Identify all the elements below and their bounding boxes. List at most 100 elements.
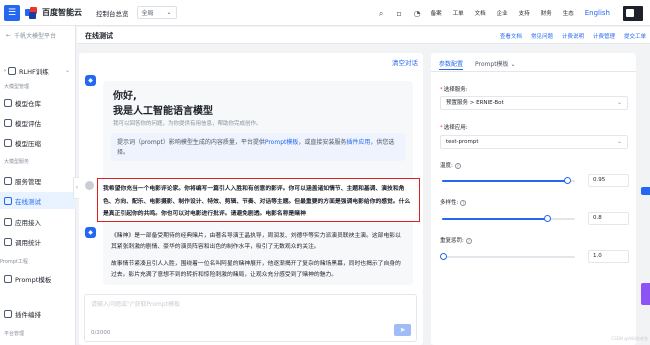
tip-text: 提示词（prompt）影响模型生成的内容质量，平台提供 (117, 139, 265, 146)
help-icon[interactable]: ? (454, 162, 461, 169)
sidebar: ← 千帆大模型平台 › RLHF训练 ⌄ 大模型管理 模型仓库 模型评估 模型压… (0, 26, 76, 345)
billing-info-link[interactable]: 计费说明 (562, 32, 584, 40)
slider-handle[interactable] (564, 177, 571, 184)
user-avatar-icon (85, 181, 94, 190)
sidebar-item-label: 调用统计 (15, 238, 41, 247)
user-avatar[interactable] (623, 5, 643, 21)
language-switch[interactable]: English (585, 9, 610, 17)
sidebar-item-model-repo[interactable]: 模型仓库 (0, 94, 76, 111)
region-select[interactable]: 全局 ⌄ (136, 6, 177, 19)
sidebar-item-label: 插件编排 (15, 310, 41, 319)
diversity-input[interactable]: 0.8 (588, 212, 629, 225)
nav-filing[interactable]: 备案 (431, 9, 442, 17)
template-icon (4, 274, 12, 283)
sidebar-group-prompt: Prompt工程 (0, 259, 28, 265)
app-icon (4, 217, 12, 226)
sidebar-item-online-test[interactable]: 在线测试 (0, 192, 76, 209)
sidebar-item-model-eval[interactable]: 模型评估 (0, 114, 76, 131)
search-icon[interactable]: ⌕ (377, 9, 386, 18)
compress-icon (4, 138, 12, 147)
test-icon (4, 196, 12, 205)
chevron-down-icon: ⌄ (64, 67, 70, 74)
sidebar-item-label: 模型压缩 (15, 139, 41, 148)
back-arrow-icon: ← (6, 32, 12, 39)
prompt-tip: 提示词（prompt）影响模型生成的内容质量，平台提供Prompt模板，或直接安… (111, 133, 405, 161)
diversity-slider[interactable] (442, 215, 575, 222)
cart-icon[interactable]: ▫ (395, 9, 404, 18)
brand-logo[interactable]: 百度智能云 (25, 6, 82, 19)
repetition-penalty-input[interactable]: 1.0 (588, 250, 629, 263)
nav-ticket[interactable]: 工单 (453, 9, 464, 17)
page-header: 在线测试 查看文档 常见问题 计费说明 计费管理 提交工单 (77, 27, 650, 44)
top-navigation-bar: ☰ 百度智能云 控制台总览 全局 ⌄ ⌕ ▫ ◔ 备案 工单 文档 企业 支持 … (0, 0, 650, 26)
sidebar-item-app-access[interactable]: 应用接入 (0, 213, 76, 230)
faq-link[interactable]: 常见问题 (531, 32, 553, 40)
sidebar-item-call-stats[interactable]: 调用统计 (0, 233, 76, 250)
nav-ecosystem[interactable]: 生态 (563, 9, 574, 17)
slider-fill (442, 218, 548, 220)
temperature-label: 温度:? (440, 161, 461, 169)
sidebar-item-label: 模型评估 (15, 119, 41, 128)
clear-conversation-button[interactable]: 清空对话 (392, 57, 418, 67)
nav-docs[interactable]: 文档 (475, 9, 486, 17)
plugin-app-link[interactable]: 插件应用 (346, 139, 370, 146)
temperature-slider[interactable] (442, 177, 575, 184)
watermark: CSDN @AI码农老张 (611, 336, 648, 341)
send-button[interactable]: ➤ (394, 324, 411, 336)
sidebar-back[interactable]: ← 千帆大模型平台 (0, 26, 75, 40)
console-overview-link[interactable]: 控制台总览 (96, 8, 129, 18)
service-label: *选择服务: (440, 87, 468, 93)
prompt-template-link[interactable]: Prompt模板 (265, 139, 299, 146)
training-icon (8, 66, 16, 75)
slider-handle[interactable] (544, 215, 551, 222)
sidebar-item-label: 模型仓库 (15, 99, 41, 108)
billing-mgmt-link[interactable]: 计费管理 (593, 32, 615, 40)
view-docs-link[interactable]: 查看文档 (500, 32, 522, 40)
sidebar-group-model-mgmt: 大模型管理 (4, 84, 30, 90)
chevron-down-icon: ⌄ (510, 61, 516, 68)
label-text: 选择服务: (443, 87, 468, 93)
bell-icon[interactable]: ◔ (413, 9, 422, 18)
bot-reply: 《赌神》是一部备受期待的经典赌片，由著名导演王晶执导，周润发、刘德华等实力派演员… (103, 225, 413, 285)
sidebar-item-model-compress[interactable]: 模型压缩 (0, 134, 76, 151)
sidebar-item-rlhf[interactable]: › RLHF训练 ⌄ (0, 62, 76, 79)
service-icon (4, 176, 12, 185)
sidebar-item-plugin[interactable]: 插件编排 (0, 305, 76, 322)
sidebar-item-label: 在线测试 (15, 197, 41, 206)
help-icon[interactable]: ? (465, 237, 472, 244)
chat-panel: 清空对话 ◆ 你好, 我是人工智能语言模型 我可以回答你的问题，为你提供有用信息… (79, 53, 423, 345)
menu-icon[interactable]: ☰ (4, 4, 20, 21)
repository-icon (4, 98, 12, 107)
repetition-penalty-slider[interactable] (440, 253, 575, 260)
app-select[interactable]: test-prompt ⌄ (440, 135, 628, 149)
service-select[interactable]: 预置服务 > ERNIE-Bot ⌄ (440, 96, 628, 110)
tab-divider (431, 71, 636, 72)
floating-feedback-button[interactable] (641, 187, 650, 195)
tab-params[interactable]: 参数配置 (439, 59, 464, 70)
region-value: 全局 (141, 10, 154, 17)
slider-handle[interactable] (440, 253, 447, 260)
label-text: 选择应用: (443, 125, 468, 131)
welcome-subtitle: 我可以回答你的问题，为你提供有用信息，帮助你完成创作。 (113, 121, 262, 127)
tab-prompt-template[interactable]: Prompt模板 ⌄ (475, 59, 515, 70)
reply-paragraph: 故事情节紧凑且引人入胜，围绕着一位名叫阿星的赌神展开，他逐渐揭开了复杂的赌场黑幕… (111, 261, 401, 278)
nav-enterprise[interactable]: 企业 (497, 9, 508, 17)
app-label: *选择应用: (440, 125, 468, 131)
app-value: test-prompt (446, 139, 479, 145)
sidebar-item-label: 应用接入 (15, 218, 41, 227)
floating-assistant-button[interactable] (641, 283, 650, 305)
evaluation-icon (4, 118, 12, 127)
nav-support[interactable]: 支持 (519, 9, 530, 17)
chevron-down-icon: ⌄ (166, 9, 172, 16)
sidebar-item-label: RLHF训练 (19, 67, 49, 76)
nav-finance[interactable]: 财务 (541, 9, 552, 17)
sidebar-item-prompt-template[interactable]: Prompt模板 (0, 270, 76, 287)
submit-ticket-link[interactable]: 提交工单 (624, 32, 646, 40)
sidebar-item-service-mgmt[interactable]: 服务管理 (0, 172, 76, 189)
tab-label: Prompt模板 (475, 61, 509, 68)
slider-fill (442, 180, 568, 182)
welcome-title: 我是人工智能语言模型 (113, 106, 213, 117)
help-icon[interactable]: ? (460, 199, 467, 206)
temperature-input[interactable]: 0.95 (588, 174, 629, 187)
chat-input[interactable] (91, 301, 391, 308)
